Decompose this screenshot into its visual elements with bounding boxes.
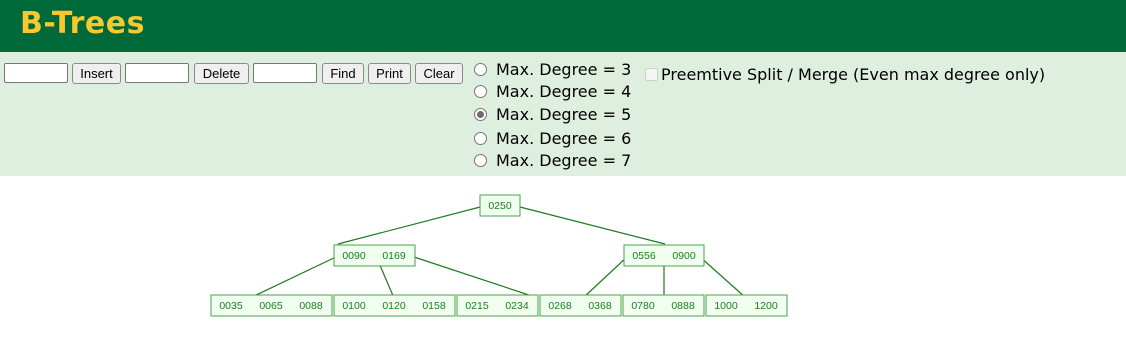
app-title: B-Trees	[20, 6, 145, 41]
tree-node-internal: 0090 0169	[333, 244, 416, 267]
tree-node-leaf: 0035 0065 0088	[210, 294, 333, 317]
tree-edge	[410, 255, 539, 299]
degree-option-4[interactable]: Max. Degree = 4	[474, 80, 631, 102]
find-input[interactable]	[253, 63, 317, 83]
tree-edge	[698, 255, 747, 299]
app-header: B-Trees	[0, 0, 1126, 52]
delete-input[interactable]	[125, 63, 189, 83]
degree-option-label: Max. Degree = 5	[496, 104, 632, 124]
preemptive-option[interactable]: Preemtive Split / Merge (Even max degree…	[645, 63, 1045, 85]
find-button[interactable]: Find	[322, 63, 364, 84]
degree-option-label: Max. Degree = 6	[496, 128, 632, 148]
node-key: 0250	[488, 200, 512, 212]
node-key: 0120	[382, 300, 406, 312]
clear-button[interactable]: Clear	[415, 63, 463, 84]
node-key: 0888	[671, 300, 695, 312]
tree-edge	[582, 255, 629, 299]
tree-node-leaf: 0100 0120 0158	[333, 294, 456, 317]
delete-button[interactable]: Delete	[194, 63, 249, 84]
control-panel: Insert Delete Find Print Clear Max. Degr…	[0, 52, 1126, 176]
node-key: 0158	[422, 300, 446, 312]
radio-button[interactable]	[474, 62, 487, 76]
degree-option-3[interactable]: Max. Degree = 3	[474, 58, 631, 80]
node-key: 0065	[259, 300, 283, 312]
node-key: 0169	[382, 250, 406, 262]
preemptive-label: Preemtive Split / Merge (Even max degree…	[661, 64, 1046, 84]
degree-option-label: Max. Degree = 3	[496, 59, 632, 79]
node-key: 0368	[588, 300, 612, 312]
radio-button[interactable]	[474, 153, 487, 167]
btree-canvas: 0250 0090 0169 0556 0900 0035 0065 0088 …	[210, 194, 788, 317]
radio-button[interactable]	[474, 84, 487, 98]
preemptive-checkbox[interactable]	[645, 67, 658, 81]
tree-node-root: 0250	[479, 194, 521, 217]
print-button[interactable]: Print	[368, 63, 411, 84]
degree-option-5[interactable]: Max. Degree = 5	[474, 103, 631, 125]
node-key: 0900	[672, 250, 696, 262]
radio-button[interactable]	[474, 131, 487, 145]
insert-input[interactable]	[4, 63, 68, 83]
node-key: 0268	[548, 300, 572, 312]
degree-option-6[interactable]: Max. Degree = 6	[474, 127, 631, 149]
tree-node-leaf: 0780 0888	[622, 294, 705, 317]
tree-edge	[337, 205, 485, 245]
node-key: 0215	[465, 300, 489, 312]
insert-button[interactable]: Insert	[72, 63, 121, 84]
node-key: 1000	[714, 300, 738, 312]
node-key: 1200	[754, 300, 778, 312]
radio-button[interactable]	[474, 107, 487, 121]
node-key: 0090	[342, 250, 366, 262]
node-key: 0100	[342, 300, 366, 312]
degree-option-7[interactable]: Max. Degree = 7	[474, 149, 631, 171]
degree-option-label: Max. Degree = 4	[496, 81, 632, 101]
node-key: 0780	[631, 300, 655, 312]
tree-node-leaf: 1000 1200	[705, 294, 788, 317]
node-key: 0234	[505, 300, 529, 312]
tree-edge	[249, 255, 339, 299]
tree-node-leaf: 0215 0234	[456, 294, 539, 317]
tree-node-leaf: 0268 0368	[539, 294, 622, 317]
tree-edge	[515, 205, 666, 245]
tree-node-internal: 0556 0900	[623, 244, 705, 267]
node-key: 0035	[219, 300, 243, 312]
node-key: 0556	[632, 250, 656, 262]
node-key: 0088	[299, 300, 323, 312]
degree-option-label: Max. Degree = 7	[496, 150, 632, 170]
